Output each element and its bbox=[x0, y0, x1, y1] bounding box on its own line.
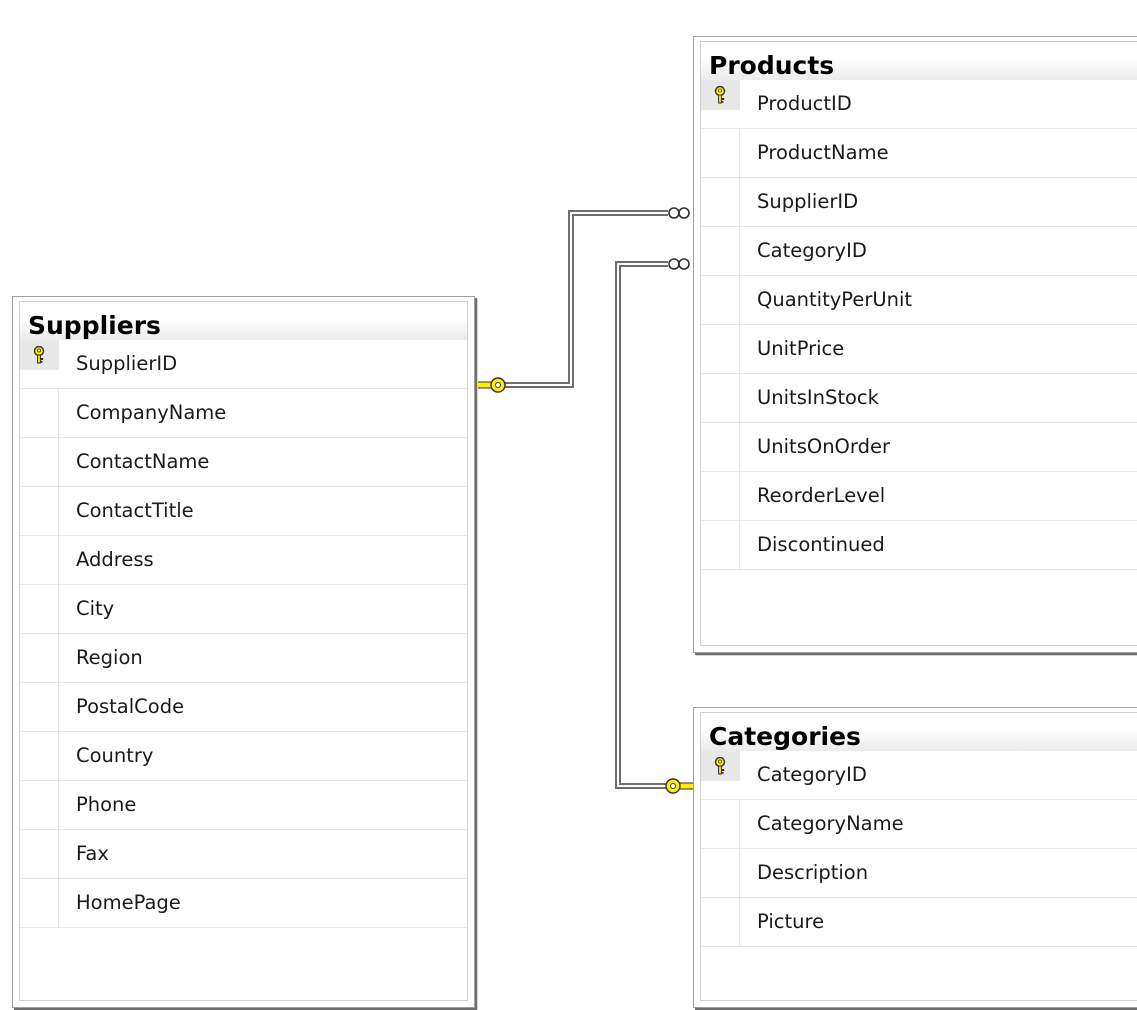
row-selector[interactable] bbox=[701, 751, 740, 781]
row-selector[interactable] bbox=[701, 276, 740, 324]
infinity-icon bbox=[668, 258, 690, 270]
column-name: Fax bbox=[76, 842, 109, 865]
row-selector[interactable] bbox=[701, 898, 740, 946]
products-column-row[interactable]: QuantityPerUnit bbox=[701, 276, 1137, 325]
primary-key-icon bbox=[32, 345, 46, 364]
column-name: UnitsInStock bbox=[757, 386, 879, 409]
primary-key-icon bbox=[713, 85, 727, 104]
column-name: Address bbox=[76, 548, 154, 571]
row-selector[interactable] bbox=[20, 732, 59, 780]
column-name: ContactName bbox=[76, 450, 210, 473]
key-icon bbox=[665, 778, 695, 794]
infinity-icon bbox=[668, 207, 690, 219]
relationship-suppliers-products[interactable] bbox=[493, 210, 668, 388]
suppliers-column-row[interactable]: PostalCode bbox=[20, 683, 467, 732]
column-name: CategoryName bbox=[757, 812, 904, 835]
row-selector[interactable] bbox=[701, 80, 740, 110]
column-name: CategoryID bbox=[757, 763, 867, 786]
categories-column-row[interactable]: CategoryID bbox=[701, 751, 1137, 800]
categories-column-row[interactable]: Picture bbox=[701, 898, 1137, 947]
relationship-categories-products[interactable] bbox=[615, 261, 668, 789]
products-column-row[interactable]: UnitPrice bbox=[701, 325, 1137, 374]
column-name: Phone bbox=[76, 793, 137, 816]
suppliers-column-row[interactable]: Phone bbox=[20, 781, 467, 830]
suppliers-column-row[interactable]: CompanyName bbox=[20, 389, 467, 438]
suppliers-column-row[interactable]: Country bbox=[20, 732, 467, 781]
row-selector[interactable] bbox=[701, 129, 740, 177]
row-selector[interactable] bbox=[20, 634, 59, 682]
suppliers-title: Suppliers bbox=[20, 302, 467, 340]
products-table[interactable]: Products ProductID ProductName SupplierID C… bbox=[693, 36, 1137, 653]
column-name: SupplierID bbox=[757, 190, 859, 213]
categories-column-row[interactable]: Description bbox=[701, 849, 1137, 898]
suppliers-column-row[interactable]: Region bbox=[20, 634, 467, 683]
column-name: SupplierID bbox=[76, 352, 178, 375]
row-selector[interactable] bbox=[20, 683, 59, 731]
products-column-row[interactable]: SupplierID bbox=[701, 178, 1137, 227]
products-column-row[interactable]: Discontinued bbox=[701, 521, 1137, 570]
categories-table[interactable]: Categories CategoryID CategoryName Descrip… bbox=[693, 707, 1137, 1008]
row-selector[interactable] bbox=[701, 472, 740, 520]
column-name: UnitPrice bbox=[757, 337, 845, 360]
suppliers-column-row[interactable]: ContactTitle bbox=[20, 487, 467, 536]
column-name: Country bbox=[76, 744, 154, 767]
row-selector[interactable] bbox=[20, 585, 59, 633]
suppliers-column-row[interactable]: Fax bbox=[20, 830, 467, 879]
row-selector[interactable] bbox=[701, 227, 740, 275]
categories-columns: CategoryID CategoryName Description Picture bbox=[701, 751, 1137, 947]
suppliers-column-row[interactable]: HomePage bbox=[20, 879, 467, 928]
row-selector[interactable] bbox=[20, 487, 59, 535]
row-selector[interactable] bbox=[20, 389, 59, 437]
column-name: Description bbox=[757, 861, 869, 884]
column-name: QuantityPerUnit bbox=[757, 288, 913, 311]
row-selector[interactable] bbox=[20, 830, 59, 878]
column-name: ProductID bbox=[757, 92, 852, 115]
row-selector[interactable] bbox=[701, 325, 740, 373]
products-column-row[interactable]: CategoryID bbox=[701, 227, 1137, 276]
column-name: UnitsOnOrder bbox=[757, 435, 890, 458]
key-icon bbox=[475, 377, 506, 393]
column-name: PostalCode bbox=[76, 695, 185, 718]
row-selector[interactable] bbox=[701, 521, 740, 569]
suppliers-column-row[interactable]: City bbox=[20, 585, 467, 634]
products-column-row[interactable]: ProductID bbox=[701, 80, 1137, 129]
products-title: Products bbox=[701, 42, 1137, 80]
column-name: CompanyName bbox=[76, 401, 227, 424]
row-selector[interactable] bbox=[20, 340, 59, 370]
products-column-row[interactable]: UnitsInStock bbox=[701, 374, 1137, 423]
row-selector[interactable] bbox=[701, 800, 740, 848]
row-selector[interactable] bbox=[701, 178, 740, 226]
row-selector[interactable] bbox=[20, 781, 59, 829]
column-name: ProductName bbox=[757, 141, 889, 164]
row-selector[interactable] bbox=[20, 879, 59, 927]
primary-key-icon bbox=[713, 756, 727, 775]
suppliers-table[interactable]: Suppliers SupplierID CompanyName ContactNa… bbox=[12, 296, 475, 1008]
column-name: CategoryID bbox=[757, 239, 867, 262]
row-selector[interactable] bbox=[701, 374, 740, 422]
row-selector[interactable] bbox=[20, 536, 59, 584]
row-selector[interactable] bbox=[20, 438, 59, 486]
categories-column-row[interactable]: CategoryName bbox=[701, 800, 1137, 849]
products-columns: ProductID ProductName SupplierID CategoryID… bbox=[701, 80, 1137, 570]
products-column-row[interactable]: UnitsOnOrder bbox=[701, 423, 1137, 472]
column-name: Picture bbox=[757, 910, 825, 933]
suppliers-column-row[interactable]: Address bbox=[20, 536, 467, 585]
categories-title: Categories bbox=[701, 713, 1137, 751]
row-selector[interactable] bbox=[701, 849, 740, 897]
products-column-row[interactable]: ReorderLevel bbox=[701, 472, 1137, 521]
column-name: ReorderLevel bbox=[757, 484, 886, 507]
products-column-row[interactable]: ProductName bbox=[701, 129, 1137, 178]
column-name: HomePage bbox=[76, 891, 181, 914]
column-name: ContactTitle bbox=[76, 499, 194, 522]
suppliers-column-row[interactable]: SupplierID bbox=[20, 340, 467, 389]
column-name: Region bbox=[76, 646, 143, 669]
suppliers-column-row[interactable]: ContactName bbox=[20, 438, 467, 487]
column-name: Discontinued bbox=[757, 533, 885, 556]
column-name: City bbox=[76, 597, 115, 620]
suppliers-columns: SupplierID CompanyName ContactName ContactT… bbox=[20, 340, 467, 928]
row-selector[interactable] bbox=[701, 423, 740, 471]
